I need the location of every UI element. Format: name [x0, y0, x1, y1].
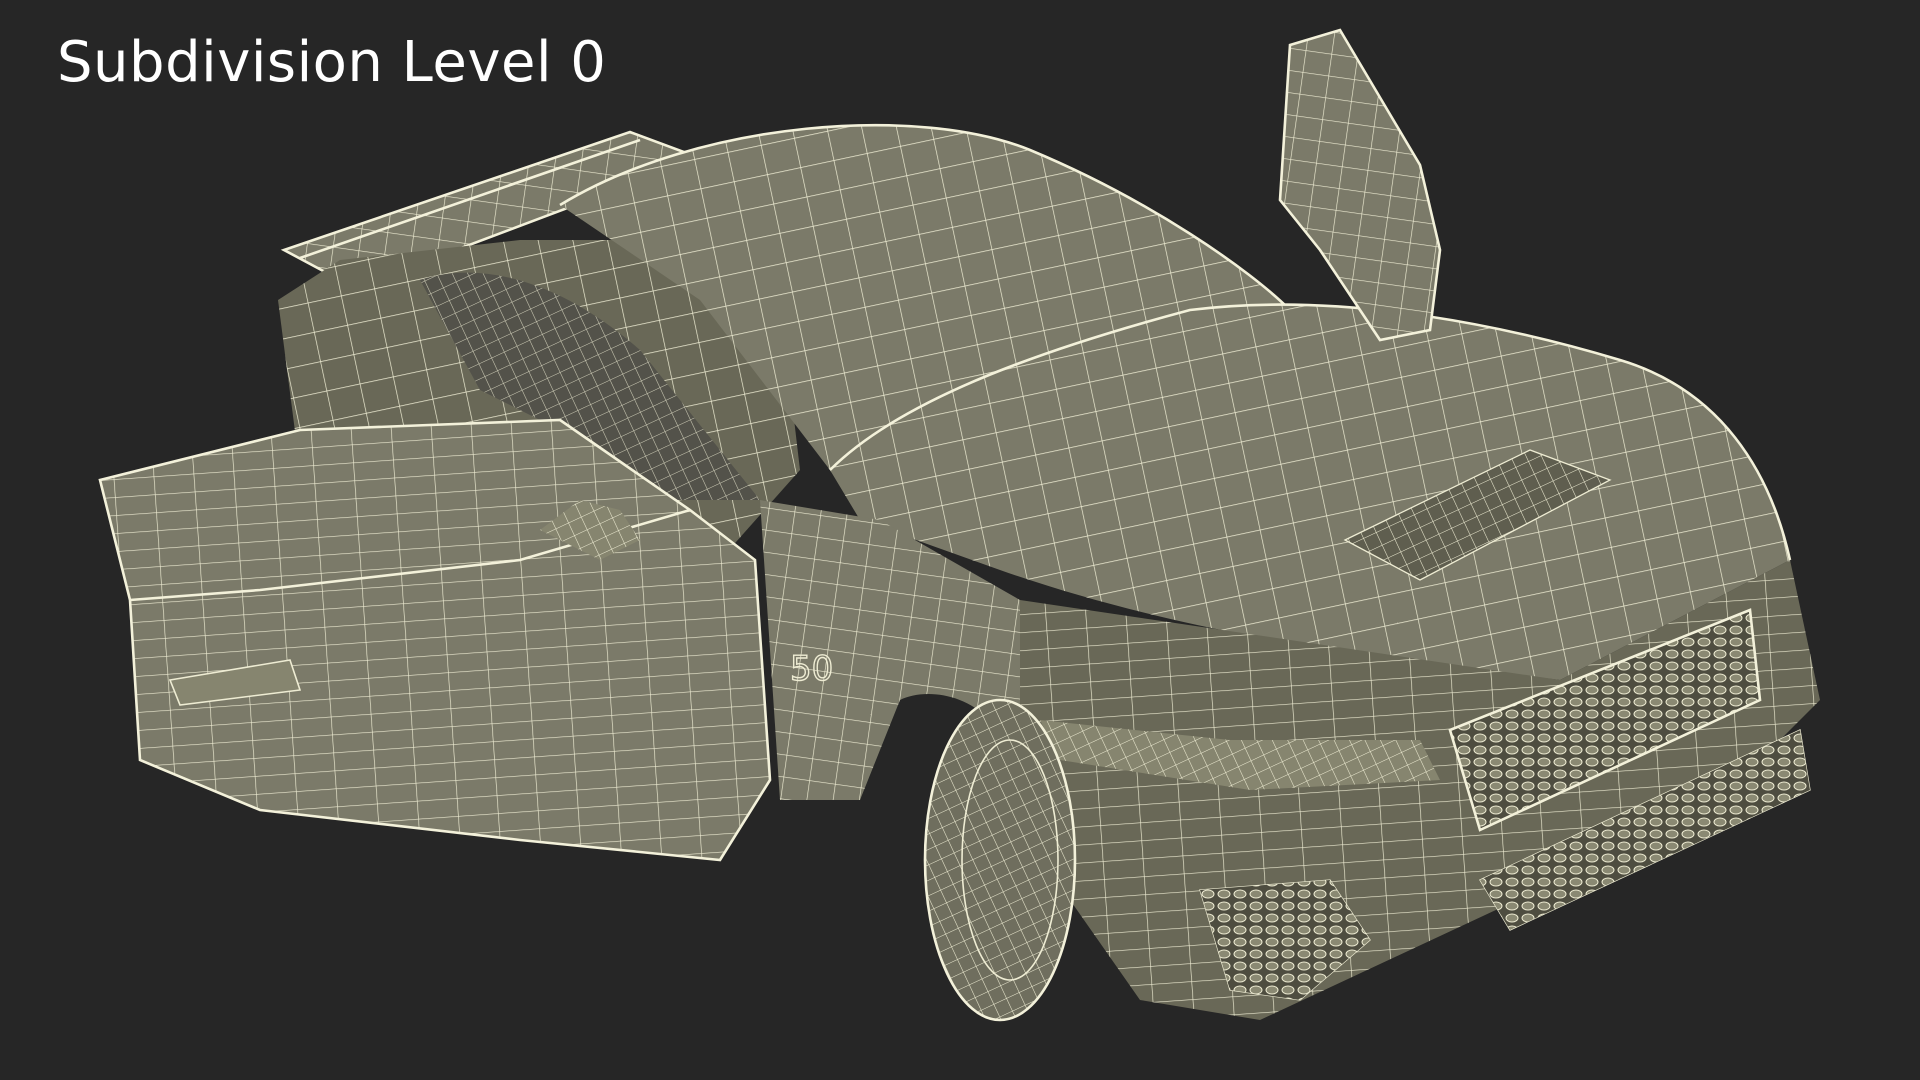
car-wireframe-render: 50	[98, 28, 1820, 1022]
render-viewport: 50 Subdivision Level 0	[0, 0, 1920, 1080]
subdivision-level-caption: Subdivision Level 0	[57, 30, 607, 95]
front-wheel	[923, 698, 1077, 1022]
raised-door	[1278, 28, 1442, 342]
fender-badge: 50	[790, 649, 833, 689]
